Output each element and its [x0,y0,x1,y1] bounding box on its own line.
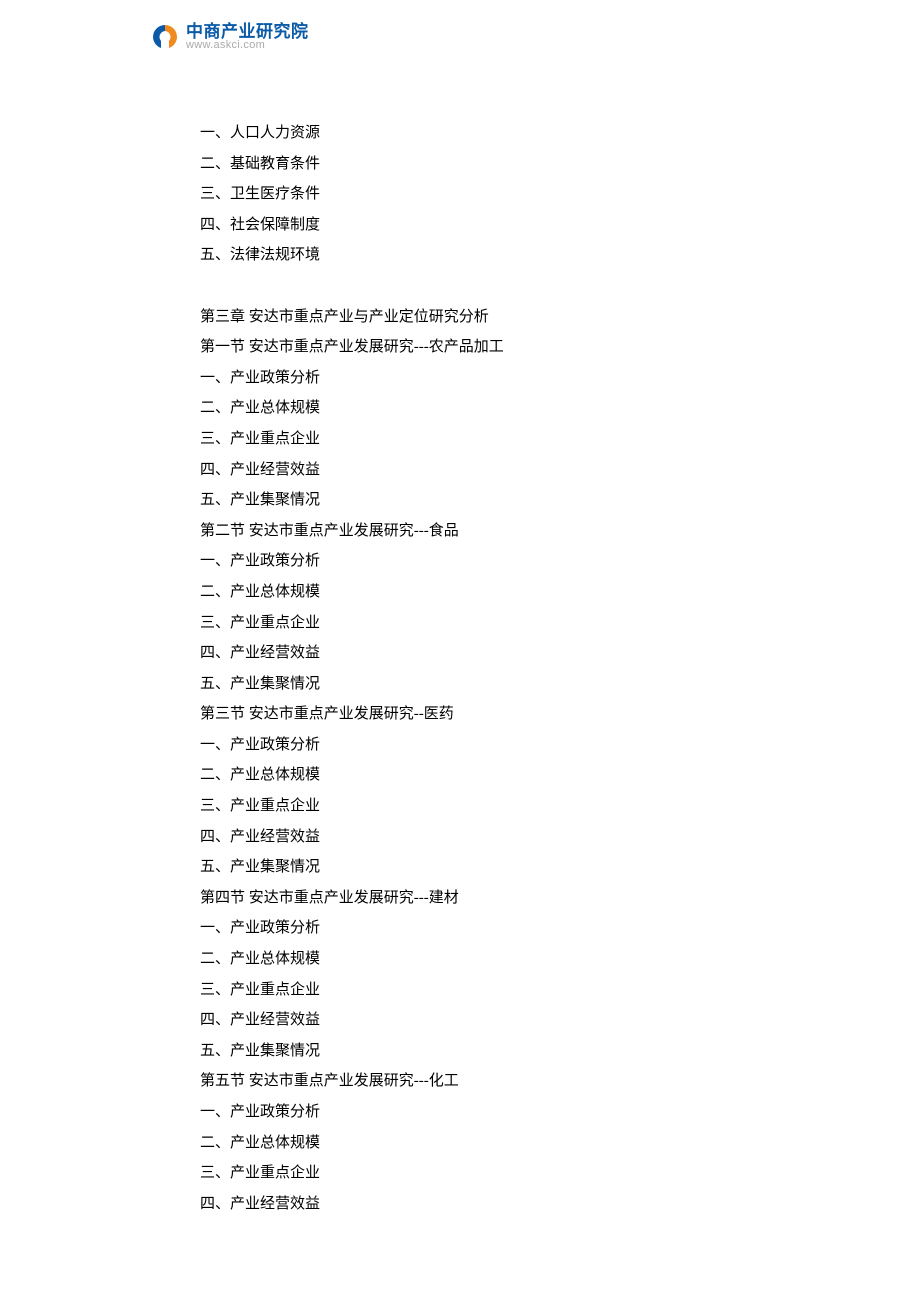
section-heading: 第二节 安达市重点产业发展研究---食品 [200,516,760,547]
brand-logo: 中商产业研究院 www.askci.com [148,22,309,52]
brand-url: www.askci.com [186,40,309,51]
outline-item: 三、产业重点企业 [200,608,760,639]
outline-item: 四、产业经营效益 [200,638,760,669]
outline-item: 一、产业政策分析 [200,913,760,944]
outline-item: 四、产业经营效益 [200,1005,760,1036]
outline-item: 一、产业政策分析 [200,363,760,394]
outline-item: 五、产业集聚情况 [200,1036,760,1067]
outline-item: 三、产业重点企业 [200,424,760,455]
outline-item: 三、卫生医疗条件 [200,179,760,210]
outline-item: 二、产业总体规模 [200,393,760,424]
outline-item: 四、产业经营效益 [200,1189,760,1220]
outline-item: 三、产业重点企业 [200,791,760,822]
outline-item: 五、产业集聚情况 [200,669,760,700]
section-heading: 第五节 安达市重点产业发展研究---化工 [200,1066,760,1097]
outline-item: 五、产业集聚情况 [200,852,760,883]
outline-item: 三、产业重点企业 [200,1158,760,1189]
brand-logo-icon [148,22,182,52]
outline-item: 五、产业集聚情况 [200,485,760,516]
blank-line [200,271,760,302]
outline-item: 一、产业政策分析 [200,1097,760,1128]
section-heading: 第一节 安达市重点产业发展研究---农产品加工 [200,332,760,363]
outline-item: 一、产业政策分析 [200,546,760,577]
document-body: 一、人口人力资源 二、基础教育条件 三、卫生医疗条件 四、社会保障制度 五、法律… [200,118,760,1219]
outline-item: 五、法律法规环境 [200,240,760,271]
section-heading: 第三节 安达市重点产业发展研究--医药 [200,699,760,730]
outline-item: 二、产业总体规模 [200,944,760,975]
outline-item: 三、产业重点企业 [200,975,760,1006]
outline-item: 四、社会保障制度 [200,210,760,241]
outline-item: 二、基础教育条件 [200,149,760,180]
outline-item: 四、产业经营效益 [200,455,760,486]
chapter-heading: 第三章 安达市重点产业与产业定位研究分析 [200,302,760,333]
outline-item: 二、产业总体规模 [200,760,760,791]
outline-item: 一、人口人力资源 [200,118,760,149]
outline-item: 二、产业总体规模 [200,1128,760,1159]
brand-logo-text: 中商产业研究院 www.askci.com [186,23,309,51]
outline-item: 四、产业经营效益 [200,822,760,853]
outline-item: 二、产业总体规模 [200,577,760,608]
outline-item: 一、产业政策分析 [200,730,760,761]
brand-name-cn: 中商产业研究院 [186,23,309,40]
section-heading: 第四节 安达市重点产业发展研究---建材 [200,883,760,914]
